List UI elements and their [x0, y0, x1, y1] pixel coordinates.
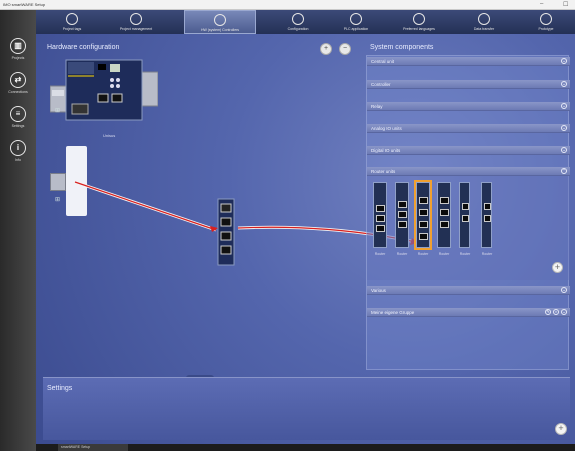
- taskbar-app-tab[interactable]: smartWARE Setup: [58, 444, 128, 451]
- category-label: Various: [371, 287, 386, 293]
- settings-panel: Settings: [43, 377, 570, 440]
- chevron-down-icon: ⌄: [561, 125, 567, 131]
- add-component-button[interactable]: +: [552, 262, 563, 273]
- router-module-label: Router: [417, 252, 429, 256]
- category-router-units[interactable]: Router units ⌃: [367, 167, 570, 176]
- category-analog-io[interactable]: Analog IO units ⌄: [367, 124, 570, 133]
- category-label: Router units: [371, 168, 396, 174]
- router-module-label: Router: [459, 252, 471, 256]
- router-module-4[interactable]: [437, 182, 451, 248]
- taskbar: smartWARE Setup: [36, 444, 575, 451]
- router-module-1[interactable]: [373, 182, 387, 248]
- chevron-down-icon: ⌄: [561, 103, 567, 109]
- category-label: Analog IO units: [371, 125, 402, 131]
- chevron-down-icon: ⌄: [561, 81, 567, 87]
- router-module-2[interactable]: [395, 182, 409, 248]
- category-label: Central unit: [371, 58, 395, 64]
- add-setting-button[interactable]: +: [555, 423, 567, 435]
- category-relay[interactable]: Relay ⌄: [367, 102, 570, 111]
- category-central-unit[interactable]: Central unit ⌄: [367, 57, 570, 66]
- category-label: Meine eigene Gruppe: [371, 309, 415, 315]
- system-components-title: System components: [370, 44, 434, 51]
- category-digital-io[interactable]: Digital IO units ⌄: [367, 146, 570, 155]
- chevron-down-icon: ⌄: [561, 309, 567, 315]
- router-module-label: Router: [396, 252, 408, 256]
- router-module-label: Router: [438, 252, 450, 256]
- chevron-down-icon: ⌄: [561, 147, 567, 153]
- router-module-label: Router: [481, 252, 493, 256]
- category-label: Relay: [371, 103, 383, 109]
- edit-icon[interactable]: ✎: [545, 309, 551, 315]
- delete-icon[interactable]: ×: [553, 309, 559, 315]
- category-various[interactable]: Various ⌄: [367, 286, 570, 295]
- chevron-down-icon: ⌄: [561, 287, 567, 293]
- category-controller[interactable]: Controller ⌄: [367, 80, 570, 89]
- router-module-6[interactable]: [481, 182, 492, 248]
- router-module-label: Router: [374, 252, 386, 256]
- category-label: Digital IO units: [371, 147, 401, 153]
- category-label: Controller: [371, 81, 391, 87]
- router-module-5[interactable]: [459, 182, 470, 248]
- chevron-down-icon: ⌄: [561, 58, 567, 64]
- category-custom-group[interactable]: Meine eigene Gruppe ✎ × ⌄: [367, 308, 570, 317]
- chevron-up-icon: ⌃: [561, 168, 567, 174]
- router-module-3-selected[interactable]: [414, 180, 432, 250]
- settings-title: Settings: [47, 385, 73, 392]
